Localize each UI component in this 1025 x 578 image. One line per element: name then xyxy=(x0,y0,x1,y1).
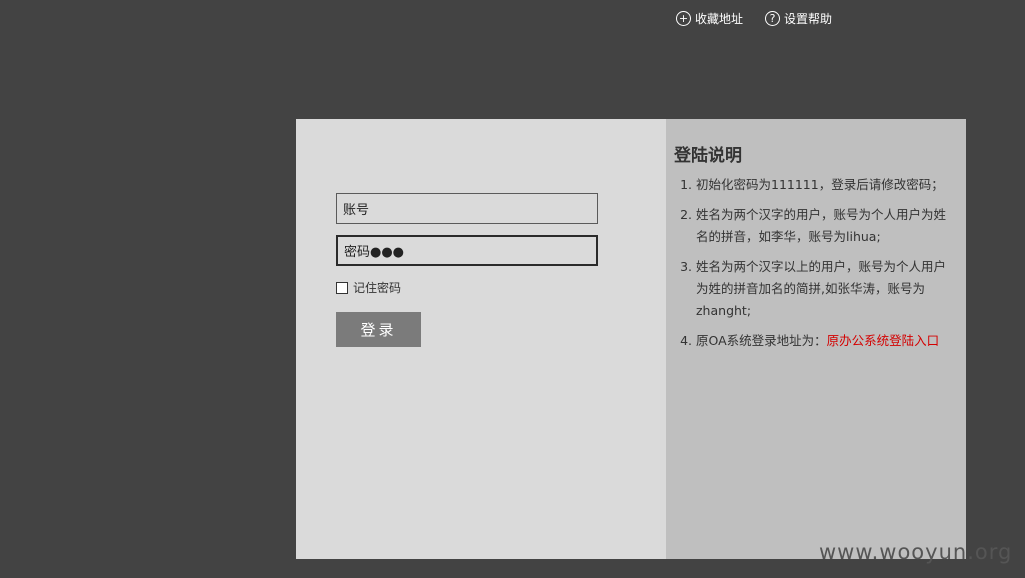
help-label: 设置帮助 xyxy=(784,12,833,26)
password-input[interactable] xyxy=(344,243,596,258)
plus-circle-icon: + xyxy=(676,11,691,26)
help-link[interactable]: ? 设置帮助 xyxy=(765,10,832,27)
remember-password[interactable]: 记住密码 xyxy=(336,279,401,296)
login-panel: 记住密码 登录 登陆说明 初始化密码为111111，登录后请修改密码； 姓名为两… xyxy=(296,119,966,559)
instruction-item: 姓名为两个汉字以上的用户，账号为个人用户为姓的拼音加名的简拼,如张华涛，账号为z… xyxy=(696,256,958,322)
instruction-item: 原OA系统登录地址为：原办公系统登陆入口 xyxy=(696,330,958,352)
legacy-login-link[interactable]: 原办公系统登陆入口 xyxy=(827,333,940,348)
username-field[interactable] xyxy=(336,193,598,224)
password-field[interactable] xyxy=(336,235,598,266)
username-input[interactable] xyxy=(343,201,597,216)
favorite-link[interactable]: + 收藏地址 xyxy=(676,10,743,27)
remember-label: 记住密码 xyxy=(353,281,402,295)
favorite-label: 收藏地址 xyxy=(695,12,744,26)
instruction-item: 姓名为两个汉字的用户，账号为个人用户为姓名的拼音，如李华，账号为lihua; xyxy=(696,204,958,248)
remember-checkbox[interactable] xyxy=(336,281,348,294)
watermark: www.wooyun.org xyxy=(819,540,1013,564)
instructions-title: 登陆说明 xyxy=(674,146,742,166)
instructions-list: 初始化密码为111111，登录后请修改密码； 姓名为两个汉字的用户，账号为个人用… xyxy=(674,174,958,352)
instruction-item: 初始化密码为111111，登录后请修改密码； xyxy=(696,174,958,196)
legacy-login-prefix: 原OA系统登录地址为： xyxy=(696,333,827,348)
login-instructions: 登陆说明 初始化密码为111111，登录后请修改密码； 姓名为两个汉字的用户，账… xyxy=(666,119,966,559)
question-circle-icon: ? xyxy=(765,11,781,26)
login-button[interactable]: 登录 xyxy=(336,312,421,347)
login-form: 记住密码 登录 xyxy=(296,119,666,559)
top-links: + 收藏地址 ? 设置帮助 xyxy=(676,10,832,27)
